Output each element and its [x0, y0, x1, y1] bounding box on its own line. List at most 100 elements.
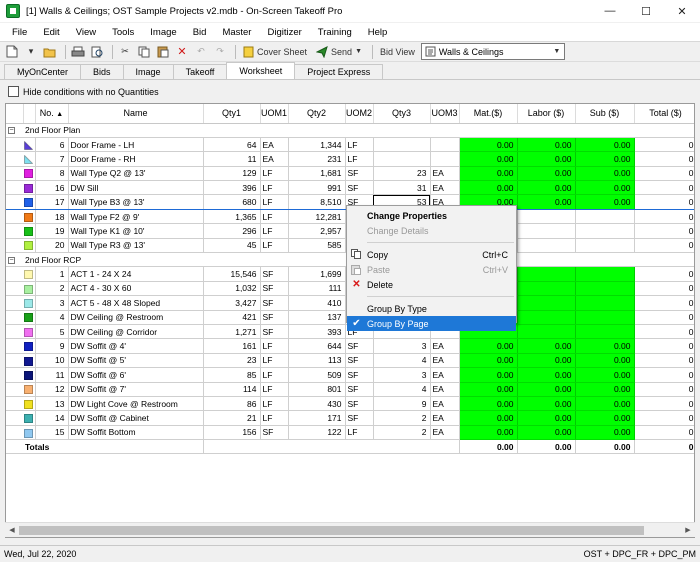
header-sub[interactable]: Sub ($)	[575, 104, 635, 124]
cell-qty1[interactable]: 421	[203, 310, 261, 325]
cell-mat[interactable]: 0.00	[459, 353, 518, 369]
header-uom1[interactable]: UOM1	[260, 104, 289, 124]
cell-uom1[interactable]: SF	[260, 266, 289, 282]
menu-tools[interactable]: Tools	[104, 27, 142, 38]
cell-uom1[interactable]: LF	[260, 396, 289, 412]
cell-name[interactable]: DW Soffit @ 4'	[68, 338, 204, 354]
cell-qty1[interactable]: 86	[203, 396, 261, 412]
cell-qty2[interactable]: 171	[288, 410, 346, 426]
scroll-left-icon[interactable]: ◀	[5, 526, 19, 534]
condition-row[interactable]: 7 Door Frame - RH 11 EA 231 LF 0.00 0.00 0.00 0	[6, 151, 694, 167]
cell-labor[interactable]: 0.00	[517, 137, 576, 153]
cell-sub[interactable]	[575, 209, 635, 225]
cell-qty2[interactable]: 585	[288, 238, 346, 254]
cell-qty2[interactable]: 111	[288, 281, 346, 297]
cell-qty1[interactable]: 64	[203, 137, 261, 153]
cell-sub[interactable]	[575, 295, 635, 311]
menu-copy[interactable]: Copy Ctrl+C	[347, 247, 516, 262]
cell-sub[interactable]: 0.00	[575, 338, 635, 354]
condition-row[interactable]: 8 Wall Type Q2 @ 13' 129 LF 1,681 SF 23 EA 0.00 0…	[6, 166, 694, 182]
cell-uom1[interactable]: LF	[260, 166, 289, 182]
cell-name[interactable]: DW Soffit @ Cabinet	[68, 410, 204, 426]
cell-total[interactable]: 0	[634, 425, 694, 441]
dropdown-arrow-icon[interactable]: ▾	[23, 44, 39, 60]
cell-qty1[interactable]: 21	[203, 410, 261, 426]
scroll-track[interactable]	[19, 525, 681, 536]
cell-qty3[interactable]: 31	[373, 180, 431, 196]
cell-name[interactable]: Door Frame - LH	[68, 137, 204, 153]
cut-icon[interactable]: ✂	[117, 44, 133, 60]
cell-total[interactable]: 0	[634, 310, 694, 325]
cell-uom3[interactable]: EA	[430, 396, 460, 412]
cell-name[interactable]: Wall Type Q2 @ 13'	[68, 166, 204, 182]
menu-training[interactable]: Training	[310, 27, 360, 38]
header-uom2[interactable]: UOM2	[345, 104, 374, 124]
bid-view-select[interactable]: Walls & Ceilings ▼	[420, 43, 565, 60]
group-collapse-toggle[interactable]: −	[6, 252, 23, 268]
cell-uom1[interactable]: LF	[260, 180, 289, 196]
cell-name[interactable]: DW Ceiling @ Restroom	[68, 310, 204, 325]
cell-labor[interactable]	[517, 281, 576, 297]
cell-mat[interactable]: 0.00	[459, 367, 518, 383]
cell-qty2[interactable]: 509	[288, 367, 346, 383]
menu-image[interactable]: Image	[142, 27, 184, 38]
cell-uom1[interactable]: LF	[260, 209, 289, 225]
cell-qty1[interactable]: 15,546	[203, 266, 261, 282]
cell-uom2[interactable]: SF	[345, 367, 374, 383]
cell-labor[interactable]: 0.00	[517, 396, 576, 412]
cell-mat[interactable]: 0.00	[459, 425, 518, 441]
tab-bids[interactable]: Bids	[80, 64, 124, 79]
cell-sub[interactable]: 0.00	[575, 396, 635, 412]
cell-labor[interactable]: 0.00	[517, 166, 576, 182]
cell-name[interactable]: ACT 5 - 48 X 48 Sloped	[68, 295, 204, 311]
cell-uom1[interactable]: LF	[260, 410, 289, 426]
maximize-button[interactable]: ☐	[628, 0, 664, 22]
cell-sub[interactable]: 0.00	[575, 151, 635, 167]
header-qty3[interactable]: Qty3	[373, 104, 431, 124]
paste-icon[interactable]	[155, 44, 171, 60]
tab-myoncenter[interactable]: MyOnCenter	[4, 64, 82, 79]
cell-sub[interactable]	[575, 281, 635, 297]
cell-uom1[interactable]: LF	[260, 238, 289, 254]
cell-sub[interactable]: 0.00	[575, 194, 635, 210]
cell-uom3[interactable]: EA	[430, 382, 460, 397]
cell-qty3[interactable]: 4	[373, 382, 431, 397]
cell-uom3[interactable]: EA	[430, 410, 460, 426]
cell-uom2[interactable]: LF	[345, 151, 374, 167]
cell-total[interactable]: 0	[634, 151, 694, 167]
cell-uom1[interactable]: SF	[260, 295, 289, 311]
cell-qty1[interactable]: 114	[203, 382, 261, 397]
cell-sub[interactable]: 0.00	[575, 166, 635, 182]
header-no[interactable]: No. ▲	[35, 104, 69, 124]
cell-qty1[interactable]: 161	[203, 338, 261, 354]
cell-uom3[interactable]	[430, 137, 460, 153]
cell-name[interactable]: DW Light Cove @ Restroom	[68, 396, 204, 412]
tab-worksheet[interactable]: Worksheet	[226, 62, 296, 79]
cell-total[interactable]: 0	[634, 238, 694, 254]
cell-name[interactable]: DW Soffit @ 7'	[68, 382, 204, 397]
cell-uom1[interactable]: SF	[260, 425, 289, 441]
cell-total[interactable]: 0	[634, 209, 694, 225]
cell-uom1[interactable]: LF	[260, 338, 289, 354]
cell-labor[interactable]	[517, 223, 576, 239]
cell-name[interactable]: DW Soffit @ 5'	[68, 353, 204, 369]
cell-total[interactable]: 0	[634, 338, 694, 354]
cell-total[interactable]: 0	[634, 223, 694, 239]
cell-mat[interactable]: 0.00	[459, 338, 518, 354]
cell-qty2[interactable]: 644	[288, 338, 346, 354]
cell-uom1[interactable]: LF	[260, 382, 289, 397]
cell-total[interactable]: 0	[634, 166, 694, 182]
undo-icon[interactable]: ↶	[193, 44, 209, 60]
send-button[interactable]: Send ▼	[313, 44, 365, 60]
cell-mat[interactable]: 0.00	[459, 180, 518, 196]
condition-row[interactable]: 6 Door Frame - LH 64 EA 1,344 LF 0.00 0.00 0.00 0	[6, 137, 694, 153]
cell-uom2[interactable]: SF	[345, 382, 374, 397]
cell-qty2[interactable]: 231	[288, 151, 346, 167]
cell-name[interactable]: Wall Type R3 @ 13'	[68, 238, 204, 254]
cell-total[interactable]: 0	[634, 137, 694, 153]
menu-edit[interactable]: Edit	[35, 27, 67, 38]
header-qty2[interactable]: Qty2	[288, 104, 346, 124]
cell-qty1[interactable]: 296	[203, 223, 261, 239]
cell-qty2[interactable]: 991	[288, 180, 346, 196]
cell-labor[interactable]	[517, 295, 576, 311]
